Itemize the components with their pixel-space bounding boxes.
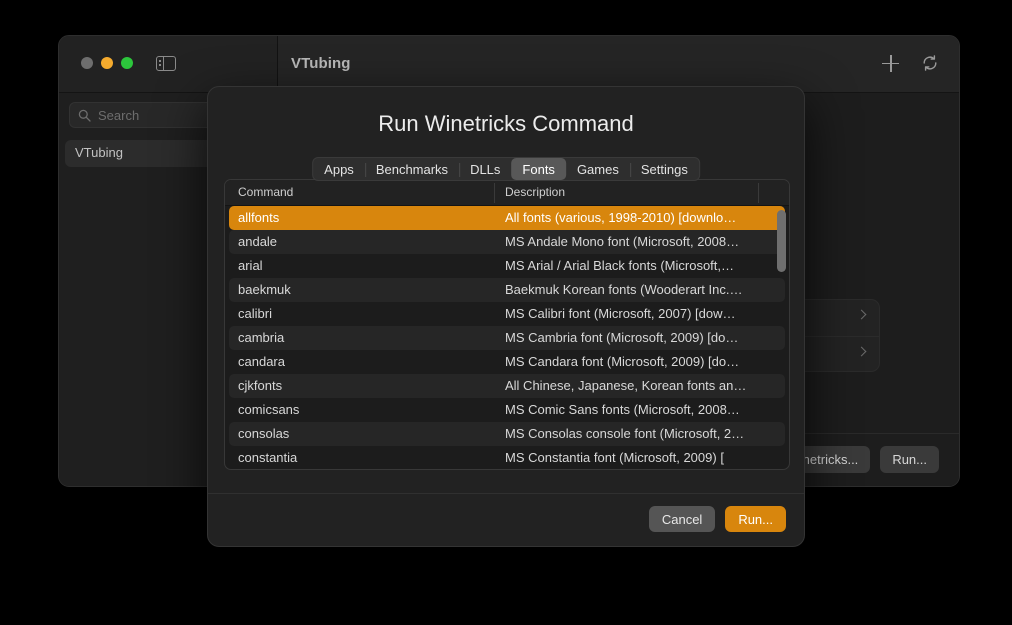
table-row[interactable]: allfonts All fonts (various, 1998-2010) [… <box>229 206 785 230</box>
tab-settings[interactable]: Settings <box>629 158 699 180</box>
row-command: cjkfonts <box>238 378 283 393</box>
list-header: Command Description <box>225 180 789 206</box>
plus-icon[interactable] <box>882 54 899 72</box>
row-command: baekmuk <box>238 282 291 297</box>
chevron-right-icon <box>856 309 867 320</box>
titlebar-actions <box>882 54 939 72</box>
tab-games[interactable]: Games <box>566 158 630 180</box>
window-title: VTubing <box>291 55 351 72</box>
table-row[interactable]: baekmuk Baekmuk Korean fonts (Wooderart I… <box>229 278 785 302</box>
row-description: All fonts (various, 1998-2010) [downlo… <box>505 210 737 225</box>
run-winetricks-dialog: Run Winetricks Command Apps Benchmarks DLL… <box>207 86 805 547</box>
list-body[interactable]: allfonts All fonts (various, 1998-2010) [… <box>225 206 789 469</box>
row-command: cambria <box>238 330 285 345</box>
table-row[interactable]: constantia MS Constantia font (Microsoft,… <box>229 446 785 469</box>
list-scrollbar[interactable] <box>777 210 786 463</box>
chevron-right-icon <box>856 346 867 357</box>
tab-benchmarks[interactable]: Benchmarks <box>364 158 459 180</box>
row-description: MS Cambria font (Microsoft, 2009) [do… <box>505 330 739 345</box>
run-button[interactable]: Run... <box>880 446 939 473</box>
row-description: MS Comic Sans fonts (Microsoft, 2008… <box>505 402 740 417</box>
minimize-window-button[interactable] <box>101 57 113 69</box>
table-row[interactable]: cjkfonts All Chinese, Japanese, Korean fo… <box>229 374 785 398</box>
tab-bar: Apps Benchmarks DLLs Fonts Games Settings <box>312 157 700 181</box>
column-header-command[interactable]: Command <box>238 185 293 199</box>
row-description: MS Calibri font (Microsoft, 2007) [dow… <box>505 306 736 321</box>
row-description: Baekmuk Korean fonts (Wooderart Inc.… <box>505 282 743 297</box>
sidebar-toggle-icon[interactable] <box>156 56 176 71</box>
table-row[interactable]: candara MS Candara font (Microsoft, 2009)… <box>229 350 785 374</box>
row-command: consolas <box>238 426 290 441</box>
traffic-lights <box>81 57 133 69</box>
column-header-description[interactable]: Description <box>505 185 565 199</box>
dialog-title: Run Winetricks Command <box>378 111 634 136</box>
tab-fonts[interactable]: Fonts <box>511 158 566 180</box>
table-row[interactable]: andale MS Andale Mono font (Microsoft, 20… <box>229 230 785 254</box>
refresh-icon[interactable] <box>921 54 939 72</box>
run-button[interactable]: Run... <box>725 506 786 532</box>
row-command: allfonts <box>238 210 280 225</box>
row-description: MS Andale Mono font (Microsoft, 2008… <box>505 234 740 249</box>
table-row[interactable]: comicsans MS Comic Sans fonts (Microsoft,… <box>229 398 785 422</box>
sidebar-item-label: VTubing <box>75 145 123 160</box>
table-row[interactable]: cambria MS Cambria font (Microsoft, 2009)… <box>229 326 785 350</box>
tab-apps[interactable]: Apps <box>313 158 365 180</box>
row-command: candara <box>238 354 285 369</box>
row-description: MS Consolas console font (Microsoft, 2… <box>505 426 745 441</box>
dialog-footer: Cancel Run... <box>208 493 804 546</box>
scrollbar-thumb[interactable] <box>777 210 786 272</box>
table-row[interactable]: consolas MS Consolas console font (Micros… <box>229 422 785 446</box>
maximize-window-button[interactable] <box>121 57 133 69</box>
search-placeholder: Search <box>98 108 140 123</box>
row-description: MS Candara font (Microsoft, 2009) [do… <box>505 354 740 369</box>
close-window-button[interactable] <box>81 57 93 69</box>
tab-dlls[interactable]: DLLs <box>459 158 511 180</box>
table-row[interactable]: calibri MS Calibri font (Microsoft, 2007)… <box>229 302 785 326</box>
screen: VTubing Search VTubing Winetricks... Run… <box>0 0 1012 625</box>
row-command: arial <box>238 258 263 273</box>
column-divider[interactable] <box>758 183 759 203</box>
column-divider[interactable] <box>494 183 495 203</box>
row-description: MS Constantia font (Microsoft, 2009) [ <box>505 450 724 465</box>
table-row[interactable]: arial MS Arial / Arial Black fonts (Micro… <box>229 254 785 278</box>
row-command: calibri <box>238 306 272 321</box>
row-description: All Chinese, Japanese, Korean fonts an… <box>505 378 747 393</box>
dialog-footer-buttons: Cancel Run... <box>648 506 786 532</box>
window-titlebar: VTubing <box>59 36 959 93</box>
search-icon <box>78 109 91 122</box>
row-description: MS Arial / Arial Black fonts (Microsoft,… <box>505 258 735 273</box>
row-command: andale <box>238 234 278 249</box>
cancel-button[interactable]: Cancel <box>648 506 716 532</box>
row-command: constantia <box>238 450 298 465</box>
row-command: comicsans <box>238 402 300 417</box>
command-list: Command Description allfonts All fonts (v… <box>224 179 790 470</box>
